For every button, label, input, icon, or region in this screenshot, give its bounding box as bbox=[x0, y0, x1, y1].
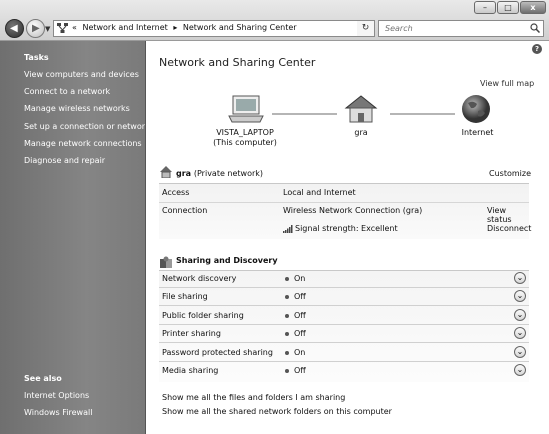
setting-name: Media sharing bbox=[162, 366, 219, 375]
task-connect-network[interactable]: Connect to a network bbox=[24, 87, 110, 96]
task-setup-connection[interactable]: Set up a connection or network bbox=[24, 122, 150, 131]
expand-chevron-icon[interactable]: ⌄ bbox=[514, 272, 526, 284]
setting-value: Off bbox=[294, 311, 306, 320]
network-icon bbox=[57, 23, 68, 33]
sharing-row-password-protected: Password protected sharing On ⌄ bbox=[159, 344, 529, 362]
status-dot bbox=[285, 277, 289, 281]
setting-name: Public folder sharing bbox=[162, 311, 244, 320]
expand-chevron-icon[interactable]: ⌄ bbox=[514, 309, 526, 321]
sharing-row-network-discovery: Network discovery On ⌄ bbox=[159, 270, 529, 288]
view-full-map-link[interactable]: View full map bbox=[480, 79, 534, 88]
setting-value: On bbox=[294, 274, 306, 283]
address-toolbar: – □ x ◀ ▶ ▼ « Network and Internet ▸ Net… bbox=[0, 0, 549, 41]
setting-value: On bbox=[294, 348, 306, 357]
setting-name: Printer sharing bbox=[162, 329, 221, 338]
task-pane: Tasks View computers and devices Connect… bbox=[0, 41, 150, 434]
globe-icon bbox=[462, 95, 490, 123]
task-view-computers[interactable]: View computers and devices bbox=[24, 70, 139, 79]
expand-chevron-icon[interactable]: ⌄ bbox=[514, 364, 526, 376]
signal-strength-text: Signal strength: Excellent bbox=[295, 224, 398, 233]
sharing-icon bbox=[160, 256, 172, 268]
expand-chevron-icon[interactable]: ⌄ bbox=[514, 327, 526, 339]
detail-key: Connection bbox=[162, 206, 208, 215]
network-name: gra bbox=[176, 169, 192, 178]
search-icon[interactable] bbox=[530, 23, 540, 33]
arrow-left-icon: ◀ bbox=[10, 23, 18, 34]
sharing-row-file-sharing: File sharing Off ⌄ bbox=[159, 288, 529, 306]
sharing-row-media: Media sharing Off ⌄ bbox=[159, 362, 529, 380]
breadcrumb-separator: « bbox=[72, 23, 77, 32]
setting-name: Password protected sharing bbox=[162, 348, 273, 357]
signal-strength-icon bbox=[283, 225, 293, 233]
network-heading: gra (Private network) bbox=[176, 169, 263, 178]
setting-name: File sharing bbox=[162, 292, 208, 301]
breadcrumb-network-and-sharing-center[interactable]: Network and Sharing Center bbox=[183, 23, 297, 32]
network-type: (Private network) bbox=[193, 169, 264, 178]
see-also-windows-firewall[interactable]: Windows Firewall bbox=[24, 408, 92, 417]
task-manage-wireless[interactable]: Manage wireless networks bbox=[24, 104, 130, 113]
computer-icon bbox=[228, 95, 264, 123]
status-dot bbox=[285, 295, 289, 299]
see-also-internet-options[interactable]: Internet Options bbox=[24, 391, 89, 400]
status-dot bbox=[285, 351, 289, 355]
tasks-heading: Tasks bbox=[24, 53, 49, 62]
setting-value: Off bbox=[294, 366, 306, 375]
page-title: Network and Sharing Center bbox=[159, 56, 316, 69]
setting-value: Off bbox=[294, 292, 306, 301]
expand-chevron-icon[interactable]: ⌄ bbox=[514, 346, 526, 358]
detail-row-connection: Connection Wireless Network Connection (… bbox=[159, 202, 529, 224]
customize-link[interactable]: Customize bbox=[489, 169, 531, 178]
detail-row-signal: Signal strength: Excellent Disconnect bbox=[159, 220, 531, 238]
show-shared-folders-link[interactable]: Show me all the shared network folders o… bbox=[162, 407, 392, 416]
status-dot bbox=[285, 369, 289, 373]
breadcrumb-network-and-internet[interactable]: Network and Internet bbox=[82, 23, 167, 32]
show-shared-files-link[interactable]: Show me all the files and folders I am s… bbox=[162, 393, 345, 402]
maximize-button[interactable]: □ bbox=[497, 1, 519, 14]
sharing-heading: Sharing and Discovery bbox=[176, 256, 278, 265]
internet-label: Internet bbox=[461, 128, 494, 137]
connection-line bbox=[272, 113, 337, 115]
network-details-panel: Access Local and Internet Connection Wir… bbox=[159, 183, 531, 239]
close-button[interactable]: x bbox=[520, 1, 546, 14]
breadcrumb-separator: ▸ bbox=[173, 23, 178, 32]
computer-sub-label: (This computer) bbox=[213, 138, 277, 147]
status-dot bbox=[285, 314, 289, 318]
connection-line bbox=[390, 113, 455, 115]
detail-value: Wireless Network Connection (gra) bbox=[283, 206, 423, 215]
address-bar[interactable]: « Network and Internet ▸ Network and Sha… bbox=[53, 20, 371, 37]
detail-row-access: Access Local and Internet bbox=[159, 184, 529, 202]
detail-key: Access bbox=[162, 188, 190, 197]
house-small-icon bbox=[160, 166, 172, 178]
window: – □ x ◀ ▶ ▼ « Network and Internet ▸ Net… bbox=[0, 0, 549, 434]
detail-value: Local and Internet bbox=[283, 188, 356, 197]
search-box[interactable] bbox=[378, 20, 544, 37]
help-icon[interactable]: ? bbox=[532, 44, 542, 54]
sharing-row-printer: Printer sharing Off ⌄ bbox=[159, 325, 529, 343]
disconnect-link[interactable]: Disconnect bbox=[487, 224, 531, 233]
status-dot bbox=[285, 332, 289, 336]
expand-chevron-icon[interactable]: ⌄ bbox=[514, 290, 526, 302]
task-manage-connections[interactable]: Manage network connections bbox=[24, 139, 142, 148]
back-button[interactable]: ◀ bbox=[5, 19, 24, 38]
minimize-button[interactable]: – bbox=[474, 1, 496, 14]
arrow-right-icon: ▶ bbox=[32, 23, 40, 34]
forward-button[interactable]: ▶ bbox=[26, 19, 45, 38]
recent-pages-dropdown[interactable]: ▼ bbox=[45, 25, 50, 33]
computer-name-label: VISTA_LAPTOP bbox=[216, 128, 274, 137]
refresh-button[interactable]: ↻ bbox=[357, 20, 375, 37]
house-icon bbox=[344, 95, 378, 123]
search-input[interactable] bbox=[383, 23, 527, 34]
network-name-label: gra bbox=[354, 128, 368, 137]
see-also-heading: See also bbox=[24, 374, 62, 383]
setting-name: Network discovery bbox=[162, 274, 237, 283]
task-diagnose-repair[interactable]: Diagnose and repair bbox=[24, 156, 105, 165]
setting-value: Off bbox=[294, 329, 306, 338]
sharing-row-public-folder: Public folder sharing Off ⌄ bbox=[159, 307, 529, 325]
